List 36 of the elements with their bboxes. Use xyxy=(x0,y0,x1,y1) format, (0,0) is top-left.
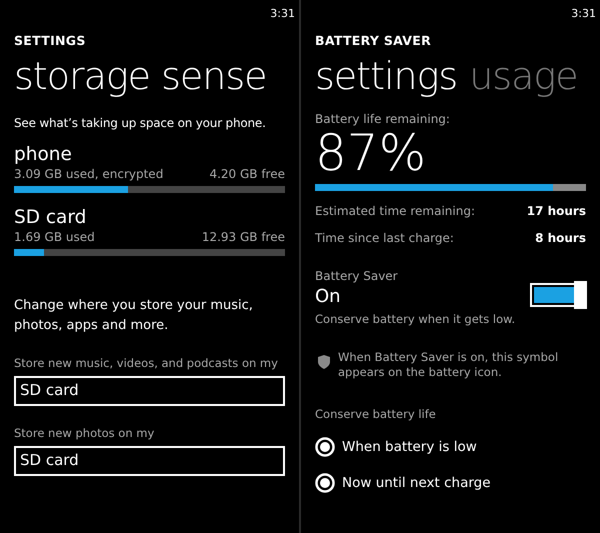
picker-label: Store new photos on my xyxy=(14,426,156,440)
toggle-label: Battery Saver xyxy=(315,269,398,283)
battery-label: Battery life remaining: xyxy=(315,112,451,126)
clock: 3:31 xyxy=(571,6,596,20)
intro-text: See what’s taking up space on your phone. xyxy=(14,116,267,130)
section-label: Conserve battery life xyxy=(315,407,437,421)
clock: 3:31 xyxy=(270,6,295,20)
battery-percentage: 87% xyxy=(315,126,426,180)
stat-label: Time since last charge: xyxy=(315,231,454,245)
change-text: Change where you store your music, photos, apps and more. xyxy=(14,297,254,335)
radio-label: Now until next charge xyxy=(342,475,491,491)
used-text: 1.69 GB used xyxy=(14,230,95,244)
picker-label: Store new music, videos, and podcasts on my xyxy=(14,356,279,370)
stat-value: 17 hours xyxy=(526,204,586,218)
radio-button[interactable] xyxy=(315,437,335,457)
radio-button[interactable] xyxy=(315,473,335,493)
toggle-switch[interactable] xyxy=(530,283,586,307)
radio-label: When battery is low xyxy=(342,439,477,455)
pivot-tab[interactable]: usage xyxy=(469,50,578,102)
page-title: storage sense xyxy=(14,53,268,100)
storage-name: phone xyxy=(14,144,73,166)
free-text: 4.20 GB free xyxy=(209,167,285,181)
free-text: 12.93 GB free xyxy=(202,230,285,244)
app-title: BATTERY SAVER xyxy=(315,33,432,48)
toggle-description: Conserve battery when it gets low. xyxy=(315,312,516,326)
toggle-state: On xyxy=(315,286,342,307)
app-title: SETTINGS xyxy=(14,33,87,48)
stat-value: 8 hours xyxy=(535,231,586,245)
shield-icon xyxy=(318,355,330,369)
storage-name: SD card xyxy=(14,207,88,229)
storage-picker[interactable]: SD card xyxy=(14,376,285,406)
pivot-tab[interactable]: settings xyxy=(315,50,458,102)
used-text: 3.09 GB used, encrypted xyxy=(14,167,164,181)
storage-picker[interactable]: SD card xyxy=(14,446,285,476)
stat-label: Estimated time remaining: xyxy=(315,204,475,218)
note-text: When Battery Saver is on, this symbol appears on the battery icon. xyxy=(338,350,560,380)
